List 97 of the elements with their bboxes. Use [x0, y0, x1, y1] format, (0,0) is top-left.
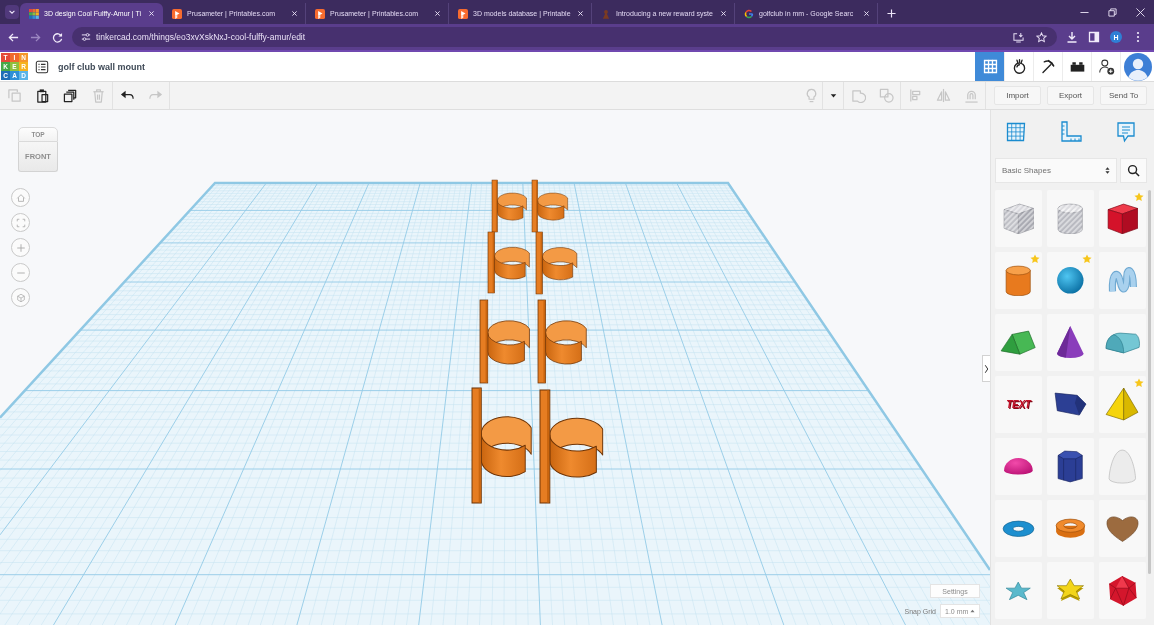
p-logo-icon [172, 8, 182, 19]
list-icon[interactable] [35, 59, 49, 74]
shape-tile[interactable] [1047, 252, 1094, 309]
dome-icon [1003, 457, 1034, 476]
clip-mount [535, 231, 578, 295]
close-icon[interactable] [577, 10, 584, 17]
roof-icon [1000, 329, 1037, 356]
search-button[interactable] [1120, 158, 1147, 183]
shape-tile[interactable]: TEXT [995, 376, 1042, 433]
shape-tile[interactable] [1099, 314, 1146, 371]
shape-tile[interactable] [995, 252, 1042, 309]
clip-mount [487, 231, 530, 294]
shape-tile[interactable] [995, 314, 1042, 371]
cone-icon [1056, 325, 1085, 360]
star-icon [1056, 578, 1085, 603]
close-icon[interactable] [148, 10, 155, 17]
shape-tile[interactable] [1099, 376, 1146, 433]
updown-icon [1105, 166, 1110, 175]
grid-icon[interactable] [1004, 120, 1028, 144]
home-icon [15, 192, 26, 203]
action-button[interactable]: Import [994, 86, 1041, 105]
duplicate-icon[interactable] [62, 88, 78, 103]
hexagonal-prism-icon [1057, 450, 1084, 483]
polyhedron-icon [1107, 574, 1138, 607]
close-icon[interactable] [1135, 7, 1145, 17]
pickaxe-icon [1039, 58, 1057, 75]
grid-icon [981, 58, 999, 75]
shape-tile[interactable] [1047, 314, 1094, 371]
striped-cylinder-icon [1057, 202, 1084, 235]
heart-icon [1106, 514, 1139, 543]
shape-tile[interactable] [1099, 500, 1146, 557]
forward-icon[interactable] [30, 31, 41, 43]
tab-search-button[interactable] [5, 5, 19, 19]
caret-up-icon [970, 609, 975, 613]
figure-icon [601, 8, 611, 19]
close-icon[interactable] [720, 10, 727, 17]
bookmark-star-icon[interactable] [1036, 31, 1047, 43]
shape-tile[interactable] [995, 562, 1042, 619]
tiles-icon [29, 8, 39, 19]
torus-icon [1002, 519, 1035, 538]
download-icon[interactable] [1066, 31, 1078, 43]
close-icon[interactable] [863, 10, 870, 17]
shape-category-dropdown[interactable]: Basic Shapes [995, 158, 1117, 183]
striped-cube-icon [1002, 202, 1035, 235]
chevron-right-icon [984, 363, 989, 374]
wedge-icon [1054, 392, 1087, 417]
action-button[interactable]: Send To [1100, 86, 1147, 105]
text-shape-preview: TEXT [1006, 399, 1031, 410]
pyramid-icon [1105, 387, 1140, 422]
scrollbar[interactable] [1148, 190, 1151, 574]
shape-tile[interactable] [1099, 562, 1146, 619]
p-logo-icon [315, 8, 325, 19]
search-icon [1127, 164, 1140, 177]
cube-icon [1106, 202, 1139, 235]
shape-tile[interactable] [1047, 500, 1094, 557]
half-cylinder-icon [1104, 331, 1141, 354]
design-title[interactable]: golf club wall mount [58, 61, 145, 72]
action-button[interactable]: Export [1047, 86, 1094, 105]
sphere-icon [1056, 266, 1085, 295]
shape-tile[interactable] [1047, 562, 1094, 619]
panel-toggle-button[interactable] [982, 355, 990, 382]
clip-mount [531, 179, 568, 233]
address-bar[interactable]: tinkercad.com/things/eo3xvXskNxJ-cool-fulffy-amur/edit [72, 27, 1057, 47]
tune-icon[interactable] [81, 32, 91, 42]
shape-tile[interactable] [1047, 190, 1094, 247]
shape-tile[interactable] [1047, 376, 1094, 433]
star-icon [1005, 580, 1032, 601]
close-icon[interactable] [291, 10, 298, 17]
clip-mount [491, 179, 527, 233]
restore-icon[interactable] [1107, 7, 1117, 17]
add-user-icon [1097, 58, 1115, 75]
cylinder-icon [1005, 264, 1032, 297]
g-logo-icon [744, 8, 754, 19]
back-icon[interactable] [8, 31, 19, 43]
plus-icon[interactable] [887, 9, 896, 18]
fit-icon [15, 217, 26, 228]
install-icon[interactable] [1013, 31, 1024, 43]
note-icon[interactable] [1114, 120, 1138, 144]
side-panel-icon[interactable] [1088, 31, 1100, 43]
cube-icon [15, 292, 26, 303]
shape-tile[interactable] [995, 500, 1042, 557]
chevron-down-icon [8, 8, 16, 16]
shape-tile[interactable] [1099, 252, 1146, 309]
shape-tile[interactable] [1099, 190, 1146, 247]
reload-icon[interactable] [52, 31, 63, 43]
shape-tile[interactable] [1099, 438, 1146, 495]
p-logo-icon [458, 8, 468, 19]
avatar-icon[interactable] [1123, 52, 1152, 81]
paraboloid-icon [1108, 448, 1137, 485]
shape-tile[interactable] [995, 438, 1042, 495]
paste-icon[interactable] [34, 88, 50, 103]
shape-tile[interactable] [1047, 438, 1094, 495]
shape-tile[interactable] [995, 190, 1042, 247]
tube-icon [1055, 518, 1086, 539]
ruler-icon[interactable] [1059, 120, 1083, 144]
plus-icon [15, 242, 26, 253]
close-icon[interactable] [434, 10, 441, 17]
